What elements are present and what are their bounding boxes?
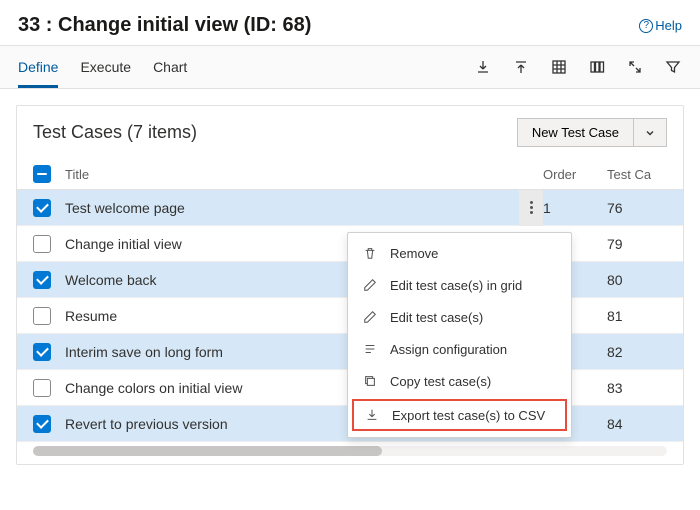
row-checkbox[interactable] xyxy=(33,307,51,325)
row-testcase-id: 76 xyxy=(607,200,667,216)
filter-icon[interactable] xyxy=(664,58,682,76)
scrollbar-thumb[interactable] xyxy=(33,446,382,456)
menu-remove-label: Remove xyxy=(390,246,438,261)
menu-edit-label: Edit test case(s) xyxy=(390,310,483,325)
menu-export-icon xyxy=(364,407,380,423)
fullscreen-icon[interactable] xyxy=(626,58,644,76)
grid-icon[interactable] xyxy=(550,58,568,76)
row-checkbox[interactable] xyxy=(33,199,51,217)
row-title: Test welcome page xyxy=(65,200,519,216)
column-testcase[interactable]: Test Ca xyxy=(607,167,667,182)
menu-edit-grid-label: Edit test case(s) in grid xyxy=(390,278,522,293)
row-testcase-id: 82 xyxy=(607,344,667,360)
menu-edit[interactable]: Edit test case(s) xyxy=(348,301,571,333)
tab-define[interactable]: Define xyxy=(18,46,58,88)
page-title: 33 : Change initial view (ID: 68) xyxy=(18,14,311,37)
row-checkbox[interactable] xyxy=(33,271,51,289)
row-order: 1 xyxy=(543,200,607,216)
tab-chart[interactable]: Chart xyxy=(153,46,187,88)
help-icon: ? xyxy=(639,19,653,33)
menu-export[interactable]: Export test case(s) to CSV xyxy=(352,399,567,431)
column-header-row: Title Order Test Ca xyxy=(17,159,683,190)
columns-icon[interactable] xyxy=(588,58,606,76)
row-checkbox[interactable] xyxy=(33,379,51,397)
row-testcase-id: 81 xyxy=(607,308,667,324)
new-test-case-dropdown[interactable] xyxy=(634,118,667,147)
help-link[interactable]: ? Help xyxy=(639,18,682,33)
tabs: Define Execute Chart xyxy=(18,46,187,88)
row-checkbox[interactable] xyxy=(33,343,51,361)
test-cases-panel: Test Cases (7 items) New Test Case Title… xyxy=(16,105,684,465)
more-icon xyxy=(530,201,533,214)
menu-remove-icon xyxy=(362,245,378,261)
row-checkbox[interactable] xyxy=(33,235,51,253)
help-label: Help xyxy=(655,18,682,33)
menu-edit-icon xyxy=(362,309,378,325)
panel-title: Test Cases (7 items) xyxy=(33,122,197,143)
download-icon[interactable] xyxy=(474,58,492,76)
select-all-checkbox[interactable] xyxy=(33,165,51,183)
toolbar xyxy=(474,58,682,76)
new-test-case-button[interactable]: New Test Case xyxy=(517,118,634,147)
horizontal-scrollbar[interactable] xyxy=(33,446,667,456)
table-row[interactable]: Test welcome page 176 xyxy=(17,190,683,226)
menu-assign-icon xyxy=(362,341,378,357)
menu-export-label: Export test case(s) to CSV xyxy=(392,408,545,423)
row-testcase-id: 83 xyxy=(607,380,667,396)
row-testcase-id: 84 xyxy=(607,416,667,432)
menu-assign[interactable]: Assign configuration xyxy=(348,333,571,365)
menu-remove[interactable]: Remove xyxy=(348,237,571,269)
tab-execute[interactable]: Execute xyxy=(80,46,131,88)
menu-edit-grid-icon xyxy=(362,277,378,293)
menu-assign-label: Assign configuration xyxy=(390,342,507,357)
context-menu: Remove Edit test case(s) in grid Edit test… xyxy=(347,232,572,438)
row-more-button[interactable] xyxy=(519,190,543,226)
menu-copy-icon xyxy=(362,373,378,389)
menu-copy[interactable]: Copy test case(s) xyxy=(348,365,571,397)
row-testcase-id: 80 xyxy=(607,272,667,288)
menu-edit-grid[interactable]: Edit test case(s) in grid xyxy=(348,269,571,301)
column-title[interactable]: Title xyxy=(65,167,543,182)
menu-copy-label: Copy test case(s) xyxy=(390,374,491,389)
row-testcase-id: 79 xyxy=(607,236,667,252)
chevron-down-icon xyxy=(644,127,656,139)
row-checkbox[interactable] xyxy=(33,415,51,433)
upload-icon[interactable] xyxy=(512,58,530,76)
column-order[interactable]: Order xyxy=(543,167,607,182)
